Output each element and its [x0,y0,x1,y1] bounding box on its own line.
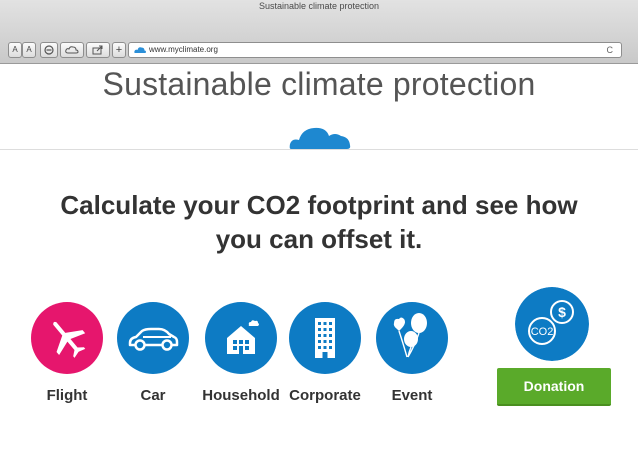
building-icon [315,318,335,358]
reload-icon[interactable]: C [607,43,614,57]
headline-text: footprint and see how [300,190,578,220]
share-button[interactable] [86,42,110,58]
car-circle[interactable] [117,302,189,374]
myclimate-favicon-icon [134,47,146,53]
headline-line-1: Calculate your CO2 footprint and see how [0,188,638,222]
cloud-icon [65,46,79,54]
airplane-icon [53,321,86,358]
browser-chrome: Sustainable climate protection A A + www… [0,0,638,64]
household-circle[interactable] [205,302,277,374]
stop-icon [44,45,54,55]
car-icon [128,327,179,351]
category-label: Car [140,387,166,404]
donation-co2-icon[interactable]: $ CO2 [515,287,589,361]
new-tab-button[interactable]: + [112,42,126,58]
category-corporate[interactable]: Corporate [280,302,370,404]
font-smaller-button[interactable]: A [8,42,22,58]
stop-button[interactable] [40,42,58,58]
headline-line-2: you can offset it. [215,224,423,254]
donation-currency-symbol: $ [558,304,566,320]
browser-toolbar: A A + www.myclimate.org C [8,42,630,58]
corporate-circle[interactable] [289,302,361,374]
category-event[interactable]: Event [367,302,457,404]
event-circle[interactable] [376,302,448,374]
header-divider [0,149,638,150]
category-label: Event [391,387,433,404]
donation-co2-text: CO2 [531,326,554,338]
category-household[interactable]: Household [196,302,286,404]
balloons-icon [393,313,427,358]
calculator-headline: Calculate your CO2 footprint and see how… [0,188,638,256]
share-icon [92,45,103,55]
donation-button[interactable]: Donation [497,368,611,406]
category-label: Flight [46,387,88,404]
category-car[interactable]: Car [108,302,198,404]
category-label: Household [202,387,280,404]
house-icon [227,320,259,354]
headline-text: Calculate your CO [60,190,286,220]
cloud-logo-icon[interactable] [289,126,351,150]
address-bar[interactable]: www.myclimate.org C [128,42,622,58]
category-flight[interactable]: Flight [22,302,112,404]
url-text: www.myclimate.org [149,45,218,54]
window-title: Sustainable climate protection [258,1,380,11]
font-larger-button[interactable]: A [22,42,36,58]
headline-subscript: 2 [285,190,301,220]
site-tagline: Sustainable climate protection [102,66,536,102]
icloud-tabs-button[interactable] [60,42,84,58]
flight-circle[interactable] [31,302,103,374]
category-label: Corporate [289,387,361,404]
